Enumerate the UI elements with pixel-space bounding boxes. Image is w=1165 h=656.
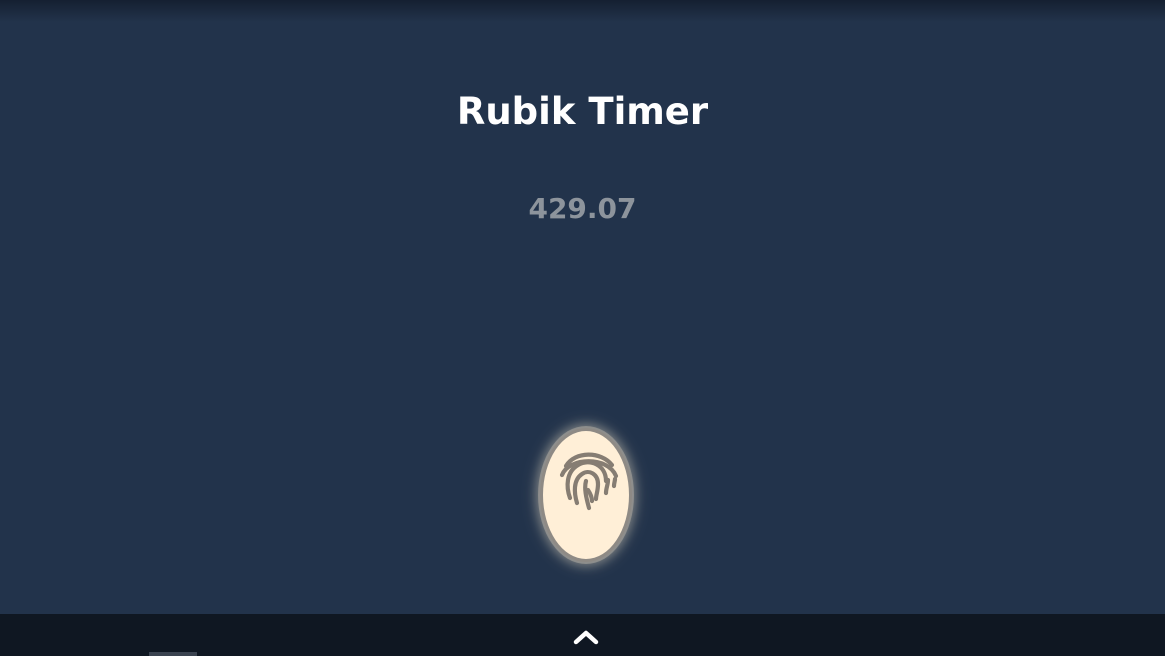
bottom-tab-indicator xyxy=(149,652,197,656)
chevron-up-icon xyxy=(573,630,599,645)
expand-panel-button[interactable] xyxy=(568,621,604,647)
top-shadow xyxy=(0,0,1165,22)
app-title: Rubik Timer xyxy=(456,90,709,133)
timer-display: 429.07 xyxy=(528,192,637,225)
start-timer-button[interactable] xyxy=(540,428,632,562)
fingerprint-icon xyxy=(559,452,619,511)
